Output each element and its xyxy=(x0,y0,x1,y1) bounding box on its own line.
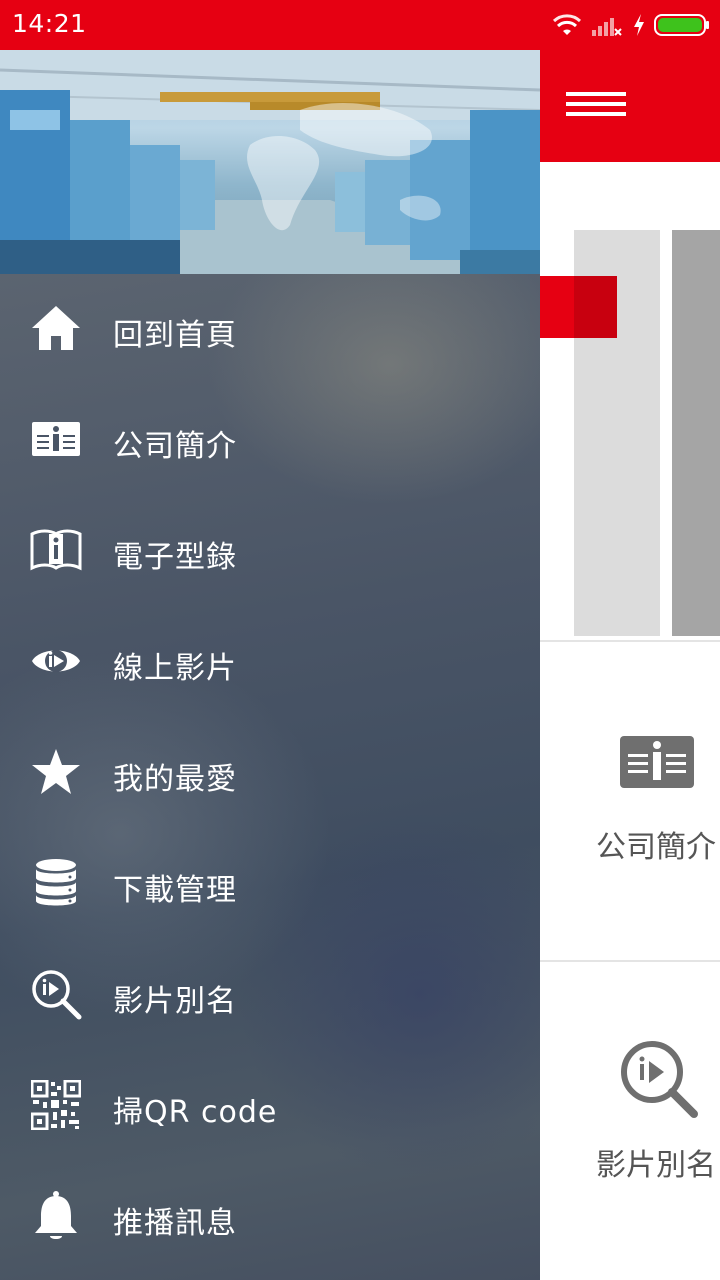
card-video-alias[interactable]: 影片別名 xyxy=(540,962,720,1280)
drawer-item-label: 線上影片 xyxy=(113,651,237,686)
status-bar: 14:21 xyxy=(0,0,720,50)
drawer-item-online-video[interactable]: 線上影片 xyxy=(0,607,540,718)
menu-icon[interactable] xyxy=(566,92,626,120)
drawer-menu: 回到首頁 公司簡介 電子型錄 線上影片 我的最愛 下載管理 影片別名 掃QR c… xyxy=(0,274,540,1280)
search-play-icon xyxy=(30,968,82,1020)
banner xyxy=(540,172,720,642)
drawer-item-e-catalog[interactable]: 電子型錄 xyxy=(0,496,540,607)
drawer-item-label: 掃QR code xyxy=(113,1095,278,1130)
card-company-profile[interactable]: 公司簡介 xyxy=(540,644,720,962)
drawer-item-video-alias[interactable]: 影片別名 xyxy=(0,940,540,1051)
drawer-item-favorites[interactable]: 我的最愛 xyxy=(0,718,540,829)
qr-code-icon xyxy=(30,1079,82,1131)
bell-icon xyxy=(30,1190,82,1242)
background-content: 公司簡介 影片別名 xyxy=(540,162,720,1280)
info-book-icon xyxy=(620,736,694,788)
navigation-drawer: 回到首頁 公司簡介 電子型錄 線上影片 我的最愛 下載管理 影片別名 掃QR c… xyxy=(0,50,540,1280)
info-book-icon xyxy=(30,413,82,465)
drawer-item-home[interactable]: 回到首頁 xyxy=(0,274,540,385)
drawer-item-downloads[interactable]: 下載管理 xyxy=(0,829,540,940)
catalog-book-icon xyxy=(30,524,82,576)
drawer-header-image xyxy=(0,50,540,274)
wifi-icon xyxy=(552,14,582,35)
charging-icon xyxy=(634,14,644,36)
card-label: 公司簡介 xyxy=(596,830,716,865)
database-icon xyxy=(30,857,82,909)
drawer-item-label: 下載管理 xyxy=(113,873,237,908)
search-play-icon xyxy=(621,1041,698,1118)
home-icon xyxy=(30,302,82,354)
drawer-item-label: 公司簡介 xyxy=(113,429,237,464)
drawer-item-label: 影片別名 xyxy=(113,984,237,1019)
eye-play-icon xyxy=(30,635,82,687)
drawer-item-label: 電子型錄 xyxy=(113,540,237,575)
drawer-item-label: 推播訊息 xyxy=(113,1206,237,1241)
app-header xyxy=(540,50,720,162)
signal-icon xyxy=(592,18,622,36)
card-label: 影片別名 xyxy=(596,1148,716,1183)
factory-image xyxy=(0,50,540,274)
star-icon xyxy=(30,746,82,798)
drawer-item-scan-qr[interactable]: 掃QR code xyxy=(0,1051,540,1162)
drawer-item-push-messages[interactable]: 推播訊息 xyxy=(0,1162,540,1273)
battery-icon xyxy=(654,14,709,36)
status-icons xyxy=(552,10,710,40)
drawer-item-label: 回到首頁 xyxy=(113,318,237,353)
drawer-item-company-profile[interactable]: 公司簡介 xyxy=(0,385,540,496)
drawer-item-label: 我的最愛 xyxy=(113,762,237,797)
status-time: 14:21 xyxy=(12,9,87,38)
